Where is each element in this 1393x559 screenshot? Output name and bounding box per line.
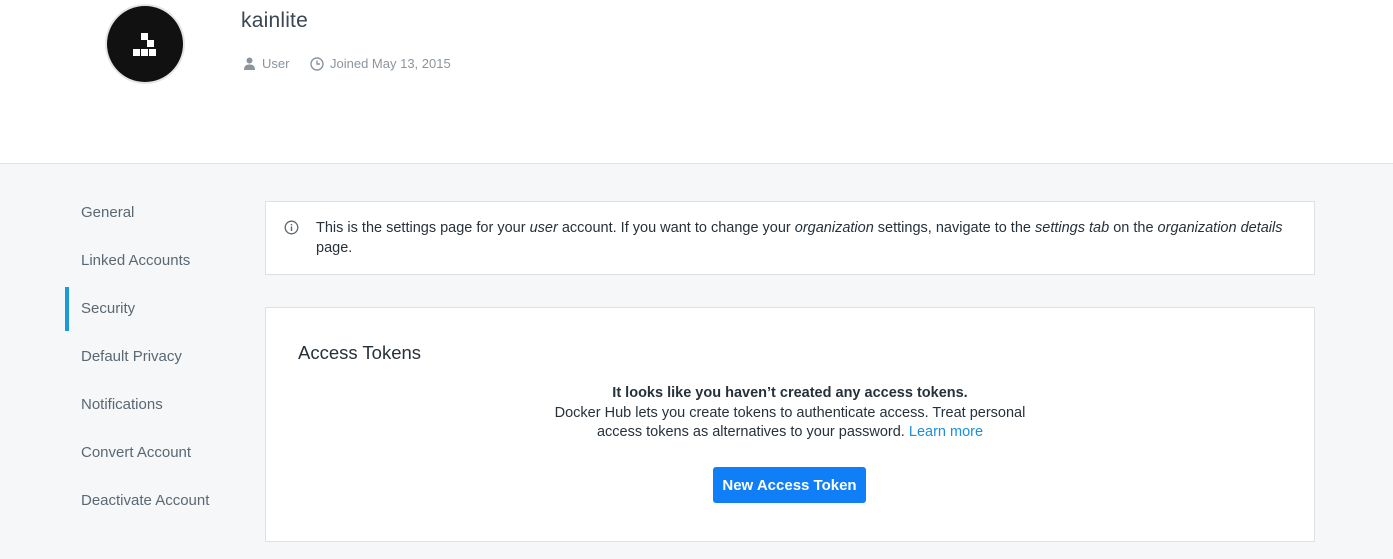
new-access-token-button[interactable]: New Access Token	[713, 467, 866, 503]
sidebar-item-linked-accounts[interactable]: Linked Accounts	[62, 237, 242, 285]
profile-role: User	[243, 56, 289, 71]
empty-state: It looks like you haven’t created any ac…	[266, 384, 1314, 443]
access-tokens-title: Access Tokens	[298, 342, 422, 363]
sidebar-item-general[interactable]: General	[62, 189, 242, 237]
access-tokens-card: Access Tokens It looks like you haven’t …	[265, 307, 1315, 542]
notice-text: This is the settings page for your user …	[316, 220, 1283, 256]
learn-more-link[interactable]: Learn more	[909, 424, 983, 440]
sidebar-item-security[interactable]: Security	[62, 285, 242, 333]
settings-sidebar: General Linked Accounts Security Default…	[62, 189, 242, 525]
empty-body: Docker Hub lets you create tokens to aut…	[554, 404, 1026, 441]
profile-header: kainlite User Joined May 13, 2015	[0, 0, 1393, 164]
user-icon	[244, 57, 255, 70]
sidebar-item-default-privacy[interactable]: Default Privacy	[62, 333, 242, 381]
profile-joined: Joined May 13, 2015	[310, 56, 451, 71]
sidebar-item-deactivate-account[interactable]: Deactivate Account	[62, 477, 242, 525]
info-icon	[284, 220, 299, 235]
empty-headline: It looks like you haven’t created any ac…	[612, 385, 968, 401]
sidebar-item-notifications[interactable]: Notifications	[62, 381, 242, 429]
username: kainlite	[241, 9, 308, 32]
avatar	[107, 6, 183, 82]
clock-icon	[310, 56, 324, 71]
settings-notice: This is the settings page for your user …	[265, 201, 1315, 275]
joined-label: Joined May 13, 2015	[330, 56, 451, 71]
role-label: User	[262, 56, 290, 71]
sidebar-item-convert-account[interactable]: Convert Account	[62, 429, 242, 477]
